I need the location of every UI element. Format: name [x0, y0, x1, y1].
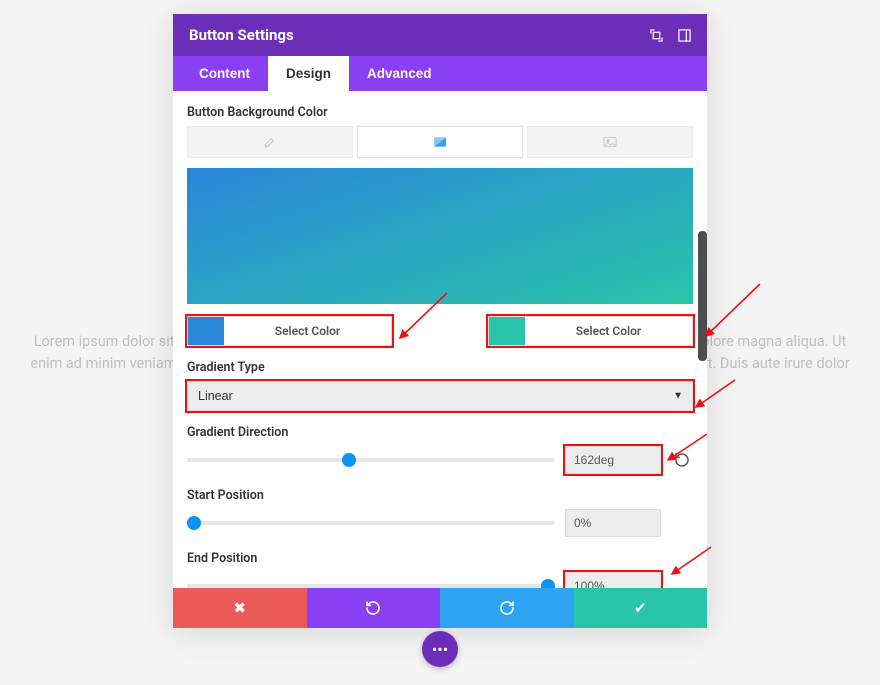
- start-color-label: Select Color: [224, 324, 391, 338]
- bg-color-label: Button Background Color: [187, 105, 693, 120]
- undo-icon: [365, 600, 381, 616]
- slider-thumb[interactable]: [187, 516, 201, 530]
- settings-modal: Button Settings Content Design Advanced …: [173, 14, 707, 628]
- bg-type-solid[interactable]: [187, 126, 353, 158]
- start-color-picker[interactable]: Select Color: [187, 316, 392, 346]
- check-icon: ✔: [634, 599, 647, 617]
- modal-body: Button Background Color Select Color Sel…: [173, 91, 707, 588]
- modal-header: Button Settings: [173, 14, 707, 56]
- gradient-direction-slider[interactable]: [187, 458, 555, 462]
- redo-icon: [499, 600, 515, 616]
- start-position-label: Start Position: [187, 488, 693, 503]
- fab-more-button[interactable]: •••: [422, 631, 458, 667]
- end-position-slider[interactable]: [187, 584, 555, 588]
- bg-type-tabs: [187, 126, 693, 158]
- gradient-type-select[interactable]: [187, 381, 693, 411]
- modal-title: Button Settings: [189, 26, 649, 44]
- modal-footer: ✖ ✔: [173, 588, 707, 628]
- gradient-direction-label: Gradient Direction: [187, 425, 693, 440]
- gradient-direction-row: [187, 446, 693, 474]
- more-icon: •••: [432, 640, 448, 659]
- color-pickers: Select Color Select Color: [187, 316, 693, 346]
- cancel-button[interactable]: ✖: [173, 588, 307, 628]
- save-button[interactable]: ✔: [574, 588, 708, 628]
- gradient-type-label: Gradient Type: [187, 360, 693, 375]
- tab-content[interactable]: Content: [181, 56, 268, 91]
- slider-thumb[interactable]: [541, 579, 555, 588]
- gradient-preview: [187, 168, 693, 304]
- end-color-swatch: [489, 317, 525, 345]
- bg-type-gradient[interactable]: [357, 126, 523, 158]
- header-icons: [649, 28, 691, 42]
- end-position-row: [187, 572, 693, 588]
- bg-type-image[interactable]: [527, 126, 693, 158]
- gradient-type-select-wrap[interactable]: ▼: [187, 381, 693, 411]
- expand-icon[interactable]: [649, 28, 663, 42]
- snap-icon[interactable]: [677, 28, 691, 42]
- close-icon: ✖: [233, 599, 246, 617]
- modal-tabs: Content Design Advanced: [173, 56, 707, 91]
- start-position-input[interactable]: [565, 509, 661, 537]
- redo-button[interactable]: [440, 588, 574, 628]
- slider-thumb[interactable]: [342, 453, 356, 467]
- end-color-label: Select Color: [525, 324, 692, 338]
- start-position-row: [187, 509, 693, 537]
- start-color-swatch: [188, 317, 224, 345]
- end-position-label: End Position: [187, 551, 693, 566]
- gradient-direction-input[interactable]: [565, 446, 661, 474]
- tab-advanced[interactable]: Advanced: [349, 56, 450, 91]
- end-color-picker[interactable]: Select Color: [488, 316, 693, 346]
- start-position-slider[interactable]: [187, 521, 555, 525]
- scrollbar[interactable]: [698, 231, 707, 361]
- undo-button[interactable]: [307, 588, 441, 628]
- tab-design[interactable]: Design: [268, 56, 349, 91]
- end-position-input[interactable]: [565, 572, 661, 588]
- reset-direction-button[interactable]: [671, 449, 693, 471]
- annotation-arrow: [698, 278, 768, 348]
